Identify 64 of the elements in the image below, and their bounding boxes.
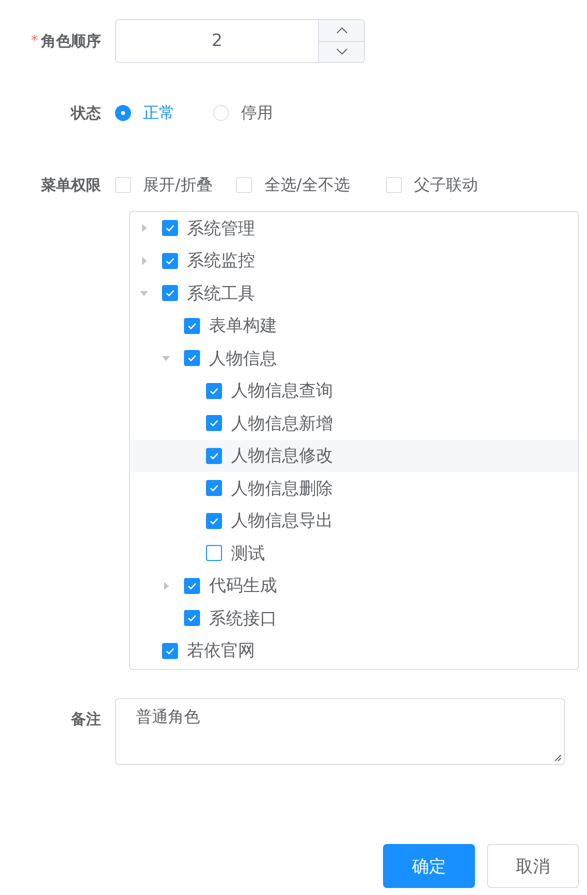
- tree-row[interactable]: 人物信息导出: [130, 504, 578, 537]
- confirm-button[interactable]: 确定: [383, 844, 475, 888]
- checkbox[interactable]: [162, 220, 178, 236]
- tree-row[interactable]: 系统管理: [130, 212, 578, 244]
- checkbox[interactable]: [184, 578, 200, 594]
- checkbox[interactable]: [206, 545, 222, 562]
- tree-node-label: 代码生成: [209, 575, 277, 598]
- tree-row[interactable]: 表单构建: [130, 310, 578, 342]
- caret-icon[interactable]: [162, 354, 170, 362]
- checkbox[interactable]: [206, 480, 222, 496]
- checkbox[interactable]: [162, 285, 178, 302]
- checkbox-label[interactable]: 展开/折叠: [143, 174, 212, 196]
- field-label: 状态: [71, 104, 101, 122]
- caret-icon[interactable]: [162, 582, 170, 590]
- checkbox-label[interactable]: 父子联动: [414, 174, 478, 196]
- remark-textarea[interactable]: 普通角色: [115, 698, 565, 765]
- caret-icon[interactable]: [140, 224, 148, 232]
- tree-node-label: 人物信息修改: [231, 445, 333, 468]
- caret-icon[interactable]: [140, 289, 148, 298]
- tree-row[interactable]: 人物信息删除: [130, 472, 578, 504]
- tree-row[interactable]: 人物信息查询: [130, 374, 578, 407]
- radio-button[interactable]: [115, 105, 131, 121]
- tree-row[interactable]: 人物信息: [130, 342, 578, 374]
- checkbox[interactable]: [184, 610, 200, 626]
- checkbox[interactable]: [162, 252, 178, 269]
- tree-node-label: 表单构建: [209, 315, 277, 338]
- tree-node-label: 系统管理: [187, 218, 255, 240]
- tree-node-label: 系统监控: [187, 250, 255, 272]
- resize-handle-icon[interactable]: [554, 754, 562, 762]
- cancel-button[interactable]: 取消: [487, 844, 579, 888]
- tree-row[interactable]: 系统工具: [130, 277, 578, 310]
- radio-label[interactable]: 正常: [143, 102, 175, 124]
- tree-node-label: 系统工具: [187, 282, 255, 305]
- checkbox[interactable]: [184, 350, 200, 366]
- chevron-up-icon: [336, 26, 348, 34]
- checkbox[interactable]: [206, 415, 222, 432]
- tree-row[interactable]: 系统接口: [130, 602, 578, 634]
- tree-node-label: 测试: [231, 542, 265, 565]
- required-asterisk: *: [31, 33, 38, 49]
- chevron-down-icon: [336, 48, 348, 56]
- checkbox[interactable]: [206, 382, 222, 399]
- checkbox[interactable]: [206, 512, 222, 529]
- caret-icon[interactable]: [140, 256, 148, 265]
- field-label: 角色顺序: [41, 32, 101, 50]
- tree-node-label: 系统接口: [209, 608, 277, 630]
- field-label: 菜单权限: [41, 176, 101, 194]
- tree-node-label: 人物信息查询: [231, 380, 333, 402]
- field-label: 备注: [71, 710, 101, 729]
- checkbox-label[interactable]: 全选/全不选: [264, 174, 350, 196]
- tree-row[interactable]: 系统监控: [130, 244, 578, 277]
- tree-node-label: 人物信息删除: [231, 478, 333, 500]
- tree-row[interactable]: 人物信息修改: [130, 440, 578, 472]
- tree-row[interactable]: 测试: [130, 537, 578, 570]
- tree-row[interactable]: 代码生成: [130, 570, 578, 602]
- tree-node-label: 人物信息: [209, 348, 277, 370]
- tree-node-label: 人物信息新增: [231, 412, 333, 435]
- tree-row[interactable]: 若依官网: [130, 634, 578, 667]
- tree-row[interactable]: 人物信息新增: [130, 407, 578, 440]
- radio-label[interactable]: 停用: [241, 102, 273, 124]
- tree-node-label: 若依官网: [187, 640, 255, 662]
- checkbox[interactable]: [184, 318, 200, 334]
- tree-node-label: 人物信息导出: [231, 510, 333, 532]
- checkbox[interactable]: [162, 642, 178, 659]
- checkbox[interactable]: [206, 448, 222, 464]
